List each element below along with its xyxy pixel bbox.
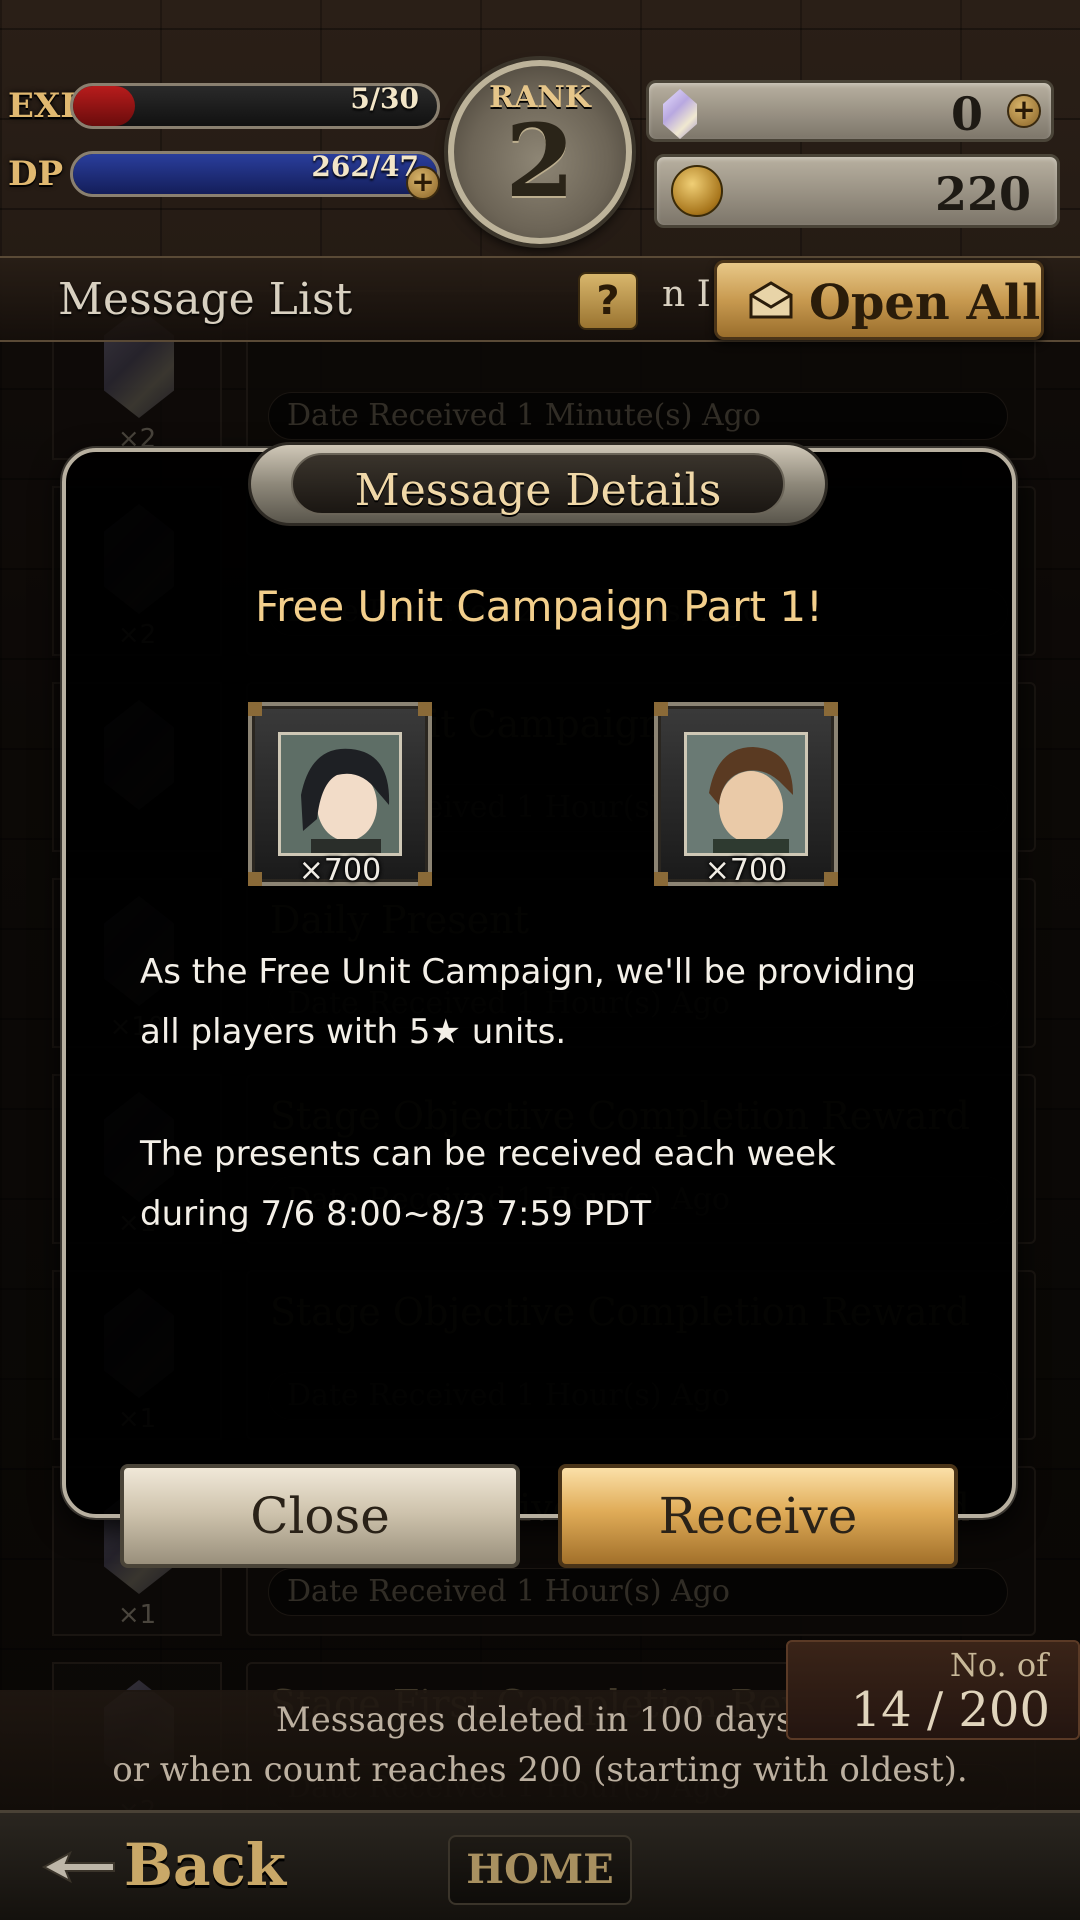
- exp-value: 5/30: [350, 83, 419, 115]
- frame-corner: [824, 702, 838, 716]
- modal-title: Message Details: [354, 465, 722, 516]
- unit-portrait-1: [278, 732, 402, 856]
- gem-count: 0: [950, 87, 983, 141]
- exp-label: EXP: [8, 86, 86, 126]
- dp-bar: 262/47: [70, 151, 440, 197]
- close-button[interactable]: Close: [120, 1464, 520, 1568]
- message-count-label: No. of: [949, 1646, 1048, 1684]
- exp-row: EXP 5/30: [0, 78, 440, 134]
- status-bar: EXP 5/30 DP 262/47 + RANK 2 0 + 220: [0, 60, 1080, 244]
- rank-number: 2: [505, 102, 575, 220]
- unit-reward-1[interactable]: ×700: [248, 702, 432, 888]
- message-count-box: No. of 14 / 200: [786, 1640, 1080, 1740]
- retention-line-2: or when count reaches 200 (starting with…: [112, 1750, 968, 1790]
- unit-qty-2: ×700: [704, 853, 788, 888]
- frame-corner: [248, 702, 262, 716]
- wing-arrow-icon: [41, 1850, 115, 1884]
- dp-row: DP 262/47: [0, 146, 440, 202]
- help-button[interactable]: ?: [578, 272, 638, 330]
- home-label: HOME: [466, 1846, 614, 1893]
- coin-counter: 220: [654, 154, 1060, 228]
- message-body: As the Free Unit Campaign, we'll be prov…: [140, 942, 940, 1306]
- unit-qty-1: ×700: [298, 853, 382, 888]
- coin-count: 220: [934, 167, 1031, 221]
- header-partial-text: n I: [662, 274, 711, 315]
- envelope-icon: [749, 281, 793, 319]
- character-portrait-icon: [281, 735, 399, 853]
- close-label: Close: [250, 1487, 390, 1545]
- exp-bar-fill: [73, 86, 135, 126]
- character-portrait-icon: [687, 735, 805, 853]
- footer-nav: Back HOME: [0, 1810, 1080, 1920]
- open-all-button[interactable]: Open All: [714, 260, 1044, 340]
- unit-reward-2[interactable]: ×700: [654, 702, 838, 888]
- home-button[interactable]: HOME: [448, 1835, 632, 1905]
- frame-corner: [654, 702, 668, 716]
- modal-header-plate: Message Details: [291, 453, 785, 516]
- message-count-value: 14 / 200: [850, 1682, 1050, 1738]
- dp-value: 262/47: [311, 151, 419, 183]
- frame-corner: [418, 702, 432, 716]
- back-label: Back: [124, 1831, 287, 1899]
- coin-icon: [671, 165, 723, 217]
- back-button[interactable]: Back: [40, 1827, 286, 1907]
- exp-bar: 5/30: [70, 83, 440, 129]
- unit-portrait-2: [684, 732, 808, 856]
- modal-header: Message Details: [248, 442, 828, 526]
- dp-label: DP: [8, 154, 64, 194]
- message-body-paragraph-1: As the Free Unit Campaign, we'll be prov…: [140, 952, 917, 1052]
- message-details-modal: Message Details Free Unit Campaign Part …: [62, 442, 1016, 1518]
- page-title: Message List: [58, 274, 353, 325]
- receive-button[interactable]: Receive: [558, 1464, 958, 1568]
- open-all-label: Open All: [809, 275, 1041, 331]
- receive-label: Receive: [658, 1487, 858, 1545]
- message-body-paragraph-2: The presents can be received each week d…: [140, 1134, 836, 1234]
- dp-plus-button[interactable]: +: [406, 166, 440, 200]
- gem-icon: [663, 89, 697, 139]
- gem-counter: 0 +: [646, 80, 1054, 142]
- gem-plus-button[interactable]: +: [1007, 94, 1041, 128]
- message-list-header: Message List ? n I Open All: [0, 256, 1080, 342]
- message-subject: Free Unit Campaign Part 1!: [255, 582, 823, 631]
- rank-medal: RANK 2: [448, 60, 632, 244]
